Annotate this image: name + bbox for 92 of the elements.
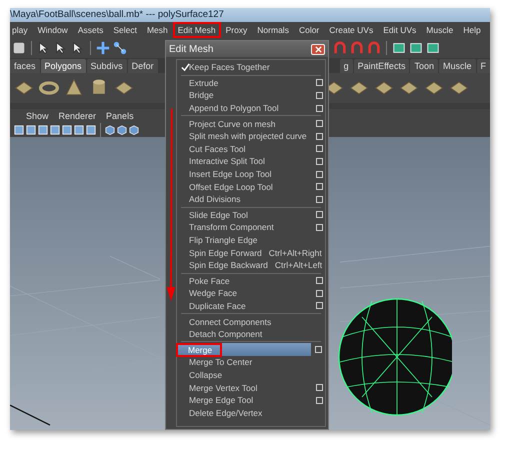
menu-window-title: Edit Mesh [169,44,214,54]
shelf-tab[interactable]: Subdivs [86,59,127,73]
shelf-tab[interactable]: g [340,59,353,73]
square-icon[interactable] [86,125,96,135]
menu-option[interactable]: Cut Faces Tool [177,142,325,156]
option-box-icon[interactable] [316,396,323,404]
shelf-tab[interactable]: F [476,59,490,73]
shelf-tab[interactable]: PaintEffects [354,59,410,73]
option-box-icon[interactable] [316,211,323,218]
menu-option[interactable]: Bridge [177,89,325,102]
option-box-icon[interactable] [316,120,323,128]
menu-option[interactable]: Spin Edge Backward Ctrl+Alt+Left [177,258,325,272]
menu-item[interactable]: Color [298,24,320,36]
menu-item[interactable]: Muscle [426,24,454,36]
menu-item[interactable]: Mesh [146,24,168,36]
menu-option[interactable]: Merge Vertex Tool [177,381,325,394]
shelf-tab[interactable]: Polygons [40,59,86,73]
box-icon[interactable] [12,41,26,55]
shortcut-text: Ctrl+Alt+Right [268,248,322,258]
panel-menu-item[interactable]: Panels [106,111,134,121]
option-box-icon[interactable] [316,196,323,203]
square-icon[interactable] [26,125,36,135]
menu-option[interactable]: Split mesh with projected curve [177,130,325,143]
menu-option[interactable]: Project Curve on mesh [177,117,325,130]
menu-option[interactable]: Offset Edge Loop Tool [177,180,325,193]
square-icon[interactable] [38,125,48,135]
square-icon[interactable] [50,125,60,135]
panel-menu-item[interactable]: Renderer [58,111,96,121]
square-icon[interactable] [74,125,84,135]
close-icon [314,46,322,52]
menu-option[interactable]: Merge To Center [177,356,325,369]
menu-item[interactable]: Create UVs [329,24,374,36]
cone-icon[interactable] [64,78,84,98]
plus-icon[interactable] [96,41,110,55]
option-box-icon[interactable] [315,346,322,354]
menu-option[interactable]: Spin Edge Forward Ctrl+Alt+Right [177,246,325,259]
shelf-tab[interactable]: Defor [128,59,158,73]
cursor-icon[interactable] [54,41,68,55]
square-icon[interactable] [62,125,72,135]
menu-item[interactable]: play [12,24,28,36]
menu-option[interactable]: Connect Components [177,315,325,328]
menu-option[interactable]: Slide Edge Tool [177,208,325,222]
option-box-icon[interactable] [316,170,323,178]
menu-item[interactable]: Assets [78,24,104,36]
menu-item[interactable]: Edit Mesh [172,22,221,38]
option-box-icon[interactable] [316,290,323,297]
window-title: \Maya\FootBall\scenes\ball.mb* --- polySurface127 [10,8,490,22]
menu-option[interactable]: Insert Edge Loop Tool [177,168,325,180]
menu-option[interactable]: Append to Polygon Tool [177,102,325,114]
menu-option[interactable]: Extrude [177,76,325,90]
shortcut-text: Ctrl+Alt+Left [274,260,322,270]
cursor-icon[interactable] [37,41,51,55]
panel-menu-item[interactable]: Show [26,111,49,121]
square-icon[interactable] [14,125,24,135]
box-icon[interactable] [409,41,423,55]
box-icon[interactable] [426,41,440,55]
node-icon[interactable] [113,41,127,55]
close-button[interactable] [311,44,325,54]
menu-option[interactable]: Keep Faces Together [177,61,325,74]
option-box-icon[interactable] [316,158,323,165]
menu-item[interactable]: Help [463,24,481,36]
menu-item[interactable]: Normals [257,24,289,36]
option-box-icon[interactable] [316,92,323,99]
menu-item[interactable]: Select [113,24,137,36]
option-box-icon[interactable] [316,132,323,140]
menu-option[interactable]: Duplicate Face [177,300,325,312]
option-box-icon[interactable] [316,224,323,231]
option-box-icon[interactable] [316,104,323,112]
menu-option[interactable]: Poke Face [177,274,325,288]
menu-option[interactable]: Wedge Face [177,287,325,300]
cursor-icon[interactable] [71,41,85,55]
shelf-tab[interactable]: Toon [410,59,438,73]
menu-option[interactable]: Delete Edge/Vertex [177,406,325,420]
option-box-icon[interactable] [316,145,323,152]
menu-item[interactable]: Proxy [226,24,248,36]
menu-item[interactable]: Window [38,24,68,36]
option-box-icon[interactable] [316,302,323,310]
shelf-tab[interactable]: faces [10,59,40,73]
option-box-icon[interactable] [316,277,323,284]
box-icon[interactable] [392,41,406,55]
menu-item[interactable]: Edit UVs [383,24,416,36]
shelf-tab[interactable]: Muscle [438,59,476,73]
menu-option[interactable]: Add Divisions [177,192,325,206]
option-box-icon[interactable] [316,79,323,86]
option-box-icon[interactable] [316,183,323,190]
menu-option[interactable]: Detach Component [177,328,325,340]
menu-option[interactable]: Collapse [177,368,325,382]
menu-option[interactable]: Flip Triangle Edge [177,234,325,246]
menu-option[interactable]: Interactive Split Tool [177,155,325,168]
menu-option[interactable]: Merge Edge Tool [177,394,325,406]
menu-option[interactable]: Transform Component [177,221,325,234]
option-box-icon[interactable] [316,384,323,392]
